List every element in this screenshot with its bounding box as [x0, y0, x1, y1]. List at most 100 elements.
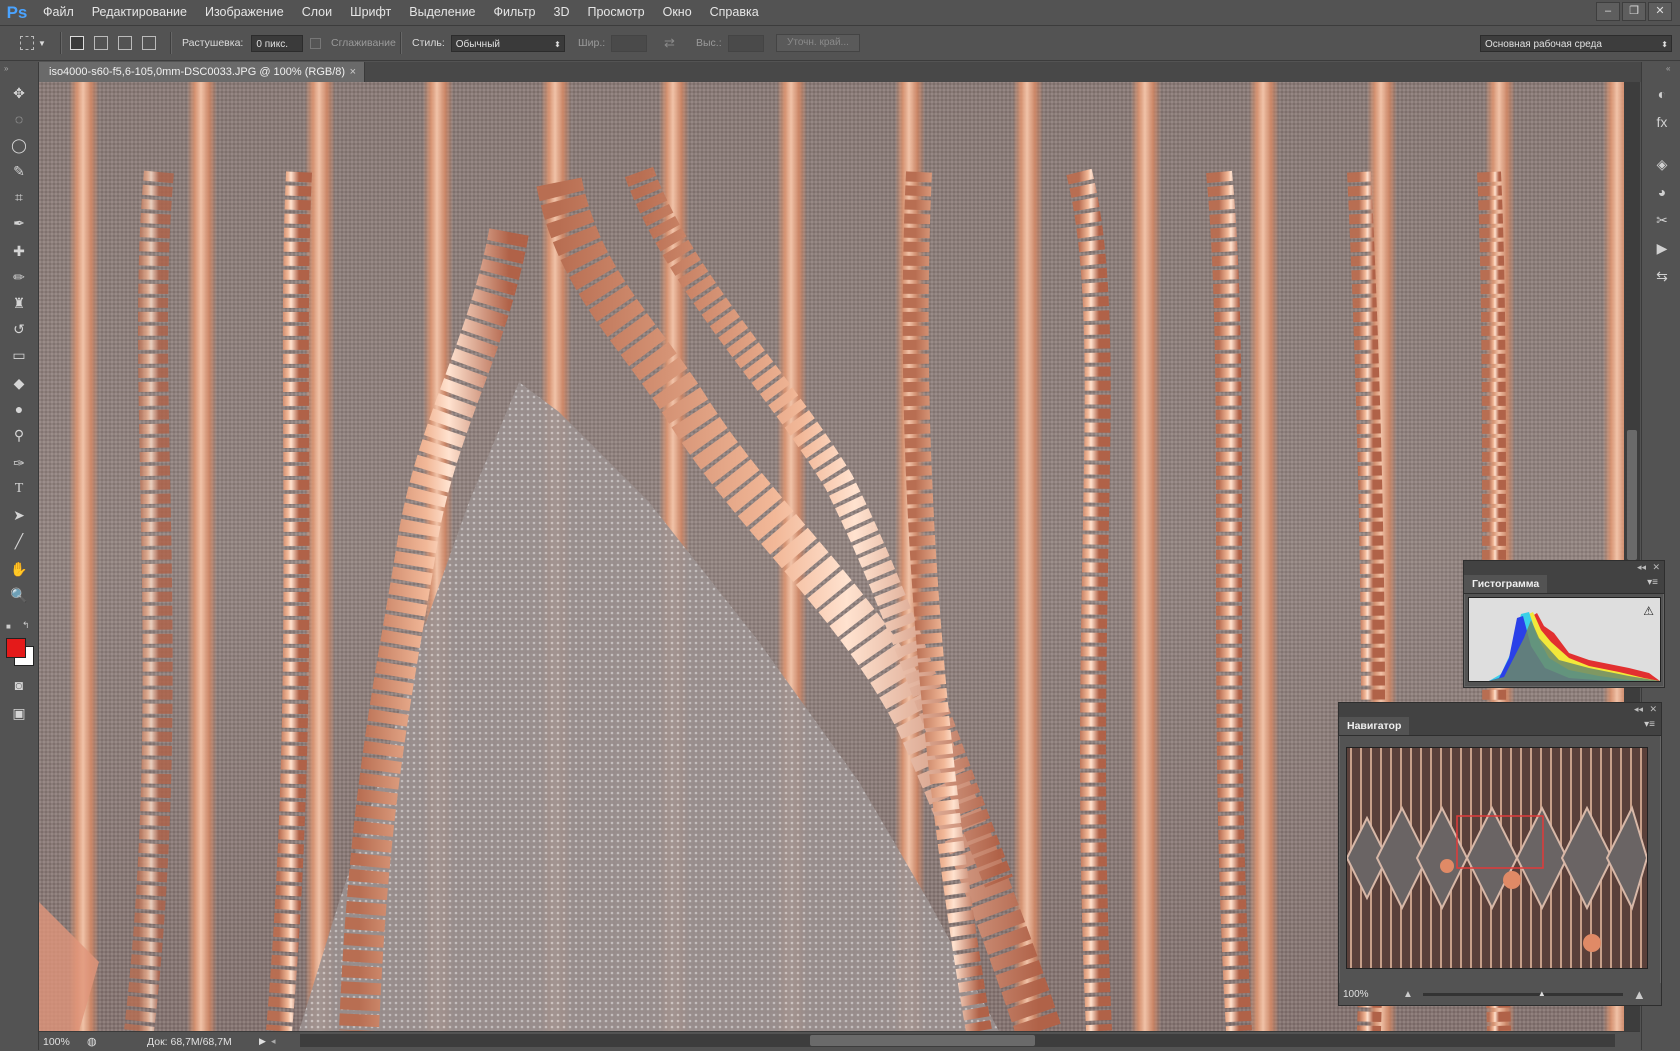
style-select[interactable]: Обычный ⬍: [450, 34, 565, 52]
tool-preset-picker[interactable]: ▼: [20, 26, 46, 60]
feather-input[interactable]: 0 пикс.: [251, 34, 304, 52]
stamp-tool[interactable]: ♜: [8, 292, 30, 314]
collapse-panel-icon[interactable]: ◂◂: [1637, 562, 1646, 573]
layers-icon[interactable]: ◈: [1652, 154, 1672, 174]
quick-mask-icon[interactable]: ◙: [8, 674, 30, 696]
restore-button[interactable]: ❐: [1622, 2, 1646, 21]
minimize-button[interactable]: –: [1596, 2, 1620, 21]
foreground-color-swatch[interactable]: [6, 638, 26, 658]
menu-item-7[interactable]: 3D: [545, 0, 579, 25]
tab-navigator[interactable]: Навигатор: [1339, 717, 1410, 735]
color-icon[interactable]: ◐: [1652, 84, 1672, 104]
hand-tool[interactable]: ✋: [8, 558, 30, 580]
style-value: Обычный: [455, 38, 500, 50]
antialias-checkbox[interactable]: [310, 37, 321, 49]
menu-item-4[interactable]: Шрифт: [341, 0, 400, 25]
zoom-slider-handle[interactable]: ▲: [1538, 989, 1546, 998]
vertical-scroll-thumb[interactable]: [1627, 430, 1637, 560]
bucket-tool[interactable]: ◆: [8, 372, 30, 394]
play-arrow-icon[interactable]: ▶: [259, 1036, 271, 1047]
height-input[interactable]: [727, 34, 764, 52]
type-tool[interactable]: T: [8, 478, 30, 500]
menu-item-1[interactable]: Редактирование: [83, 0, 196, 25]
panel-menu-icon[interactable]: ▾≡: [1647, 577, 1658, 588]
actions-icon[interactable]: ▶: [1652, 238, 1672, 258]
workspace-value: Основная рабочая среда: [1485, 38, 1602, 50]
menu-item-0[interactable]: Файл: [34, 0, 83, 25]
dodge-tool[interactable]: ⚲: [8, 424, 30, 446]
menu-item-8[interactable]: Просмотр: [579, 0, 654, 25]
marquee-tool[interactable]: ◌: [8, 108, 30, 130]
panel-tabs: Навигатор ▾≡: [1339, 717, 1661, 736]
collapse-icon[interactable]: «: [1666, 64, 1670, 73]
menu-item-6[interactable]: Фильтр: [485, 0, 545, 25]
paths-icon[interactable]: ✂: [1652, 210, 1672, 230]
zoom-in-icon[interactable]: ▲: [1633, 987, 1646, 1002]
close-panel-icon[interactable]: ✕: [1649, 704, 1657, 715]
document-size-info: Док: 68,7M/68,7M: [147, 1035, 232, 1048]
close-panel-icon[interactable]: ✕: [1652, 562, 1660, 573]
share-icon[interactable]: ◍: [87, 1035, 103, 1048]
width-group: Шир.:: [578, 26, 648, 60]
zoom-out-icon[interactable]: ▲: [1403, 989, 1413, 1000]
menu-bar: Ps Файл Редактирование Изображение Слои Шриф…: [0, 0, 1680, 26]
tab-histogram[interactable]: Гистограмма: [1464, 575, 1548, 593]
healing-tool[interactable]: ✚: [8, 240, 30, 262]
path-select-tool[interactable]: ➤: [8, 504, 30, 526]
navigator-thumbnail[interactable]: [1346, 747, 1648, 969]
menu-item-2[interactable]: Изображение: [196, 0, 293, 25]
swap-colors-icon[interactable]: ↰: [22, 620, 30, 631]
fx-icon[interactable]: fx: [1652, 112, 1672, 132]
close-button[interactable]: ✕: [1648, 2, 1672, 21]
eraser-tool[interactable]: ▭: [8, 344, 30, 366]
photoshop-logo: Ps: [6, 3, 28, 22]
options-bar: ▼ Растушевка: 0 пикс. Сглаживание Стиль:…: [0, 26, 1680, 61]
panel-menu-icon[interactable]: ▾≡: [1644, 719, 1655, 730]
menu-item-9[interactable]: Окно: [654, 0, 701, 25]
height-label: Выс.:: [696, 37, 722, 49]
add-selection-icon[interactable]: [94, 36, 108, 50]
cache-warning-icon[interactable]: ⚠: [1643, 604, 1654, 618]
eyedropper-tool[interactable]: ✒: [8, 212, 30, 234]
lasso-tool[interactable]: ◯: [8, 134, 30, 156]
blur-tool[interactable]: ●: [8, 398, 30, 420]
move-tool[interactable]: ✥: [8, 82, 30, 104]
marquee-preset-icon: [20, 36, 34, 50]
default-colors-icon[interactable]: ■: [6, 622, 16, 631]
history-icon[interactable]: ⇆: [1652, 266, 1672, 286]
zoom-level[interactable]: 100%: [43, 1036, 87, 1048]
menu-item-3[interactable]: Слои: [293, 0, 341, 25]
antialias-group: Сглаживание: [310, 26, 396, 60]
collapse-icon[interactable]: »: [4, 64, 8, 73]
history-brush-tool[interactable]: ↺: [8, 318, 30, 340]
antialias-label: Сглаживание: [331, 37, 396, 49]
collapse-panel-icon[interactable]: ◂◂: [1634, 704, 1643, 715]
menu-item-10[interactable]: Справка: [701, 0, 768, 25]
zoom-slider[interactable]: ▲: [1422, 989, 1623, 998]
zoom-tool[interactable]: 🔍: [8, 584, 30, 606]
quick-select-tool[interactable]: ✎: [8, 160, 30, 182]
brush-tool[interactable]: ✏: [8, 266, 30, 288]
channels-icon[interactable]: ◕: [1652, 182, 1672, 202]
screen-mode-icon[interactable]: ▣: [8, 702, 30, 724]
line-tool[interactable]: ╱: [8, 530, 30, 552]
navigator-zoom[interactable]: 100%: [1343, 989, 1403, 1000]
new-selection-icon[interactable]: [70, 36, 84, 50]
intersect-selection-icon[interactable]: [142, 36, 156, 50]
width-input[interactable]: [611, 34, 648, 52]
navigator-panel: ◂◂ ✕ Навигатор ▾≡ 100% ▲ ▲ ▲: [1338, 702, 1662, 1006]
swap-dimensions-icon[interactable]: ⇄: [664, 26, 675, 60]
subtract-selection-icon[interactable]: [118, 36, 132, 50]
document-tab[interactable]: iso4000-s60-f5,6-105,0mm-DSC0033.JPG @ 1…: [39, 62, 365, 82]
horizontal-scroll-thumb[interactable]: [810, 1035, 1035, 1046]
workspace-wrap: Основная рабочая среда ⬍: [1480, 26, 1672, 60]
pen-tool[interactable]: ✑: [8, 452, 30, 474]
menu-item-5[interactable]: Выделение: [400, 0, 484, 25]
workspace-select[interactable]: Основная рабочая среда ⬍: [1480, 34, 1672, 52]
close-tab-icon[interactable]: ×: [350, 66, 356, 78]
refine-edge-button[interactable]: Уточн. край...: [776, 34, 860, 52]
window-controls: – ❐ ✕: [1596, 2, 1672, 21]
scroll-left-icon[interactable]: ◂: [271, 1036, 283, 1047]
separator: [60, 26, 62, 60]
crop-tool[interactable]: ⌗: [8, 186, 30, 208]
